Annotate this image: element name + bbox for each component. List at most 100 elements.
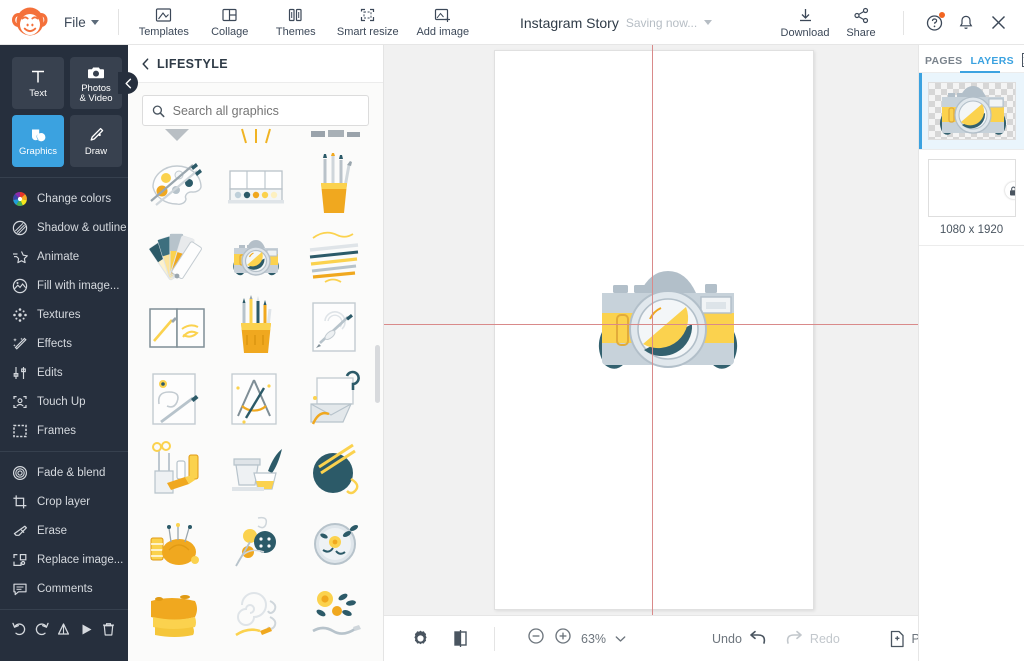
- graphic-item-paint-palette-brushes[interactable]: [138, 149, 217, 220]
- sidebar-item-effects[interactable]: Effects: [0, 329, 128, 358]
- history-toolbar: [0, 610, 128, 639]
- chevron-down-icon: [90, 19, 99, 25]
- mode-button-grid: Text Photos & Video Graphics Draw: [0, 45, 128, 167]
- layer-lock-badge[interactable]: [1004, 182, 1015, 199]
- sidebar-item-label: Shadow & outline: [37, 221, 127, 234]
- graphic-item-pencils-scattered[interactable]: [295, 220, 374, 291]
- share-button[interactable]: Share: [833, 0, 889, 45]
- animate-star-icon: [11, 248, 28, 265]
- redo-label[interactable]: Redo: [810, 632, 840, 646]
- sidebar-mode-text-label: Text: [29, 87, 47, 99]
- file-menu-button[interactable]: File: [60, 15, 109, 30]
- graphic-item-partial-3[interactable]: [295, 127, 374, 149]
- sidebar-item-frames[interactable]: Frames: [0, 416, 128, 445]
- sidebar-mode-draw[interactable]: Draw: [70, 115, 122, 167]
- graphic-item-paint-strokes-swatch[interactable]: [138, 575, 217, 646]
- graphic-item-envelope-letter-set[interactable]: [295, 362, 374, 433]
- graphic-item-vintage-camera[interactable]: [217, 220, 296, 291]
- sidebar-item-textures[interactable]: Textures: [0, 300, 128, 329]
- compare-button[interactable]: [440, 616, 480, 661]
- zoom-out-button[interactable]: [527, 627, 545, 650]
- graphic-item-notepad-pen-flower[interactable]: [138, 362, 217, 433]
- zoom-level-label[interactable]: 63%: [581, 632, 606, 646]
- graphic-item-yarn-ball-knitting[interactable]: [295, 433, 374, 504]
- chevron-down-icon[interactable]: [704, 20, 713, 25]
- flip-vertical-icon: [58, 622, 70, 635]
- sidebar-item-label: Erase: [37, 524, 68, 537]
- layer-item-camera[interactable]: [919, 73, 1024, 149]
- collage-button[interactable]: Collage: [197, 0, 263, 45]
- graphic-item-watercolor-paint-set[interactable]: [217, 149, 296, 220]
- divider: [494, 626, 495, 651]
- graphic-item-wire-spiral-pliers[interactable]: [217, 575, 296, 646]
- graphic-item-partial-1[interactable]: [138, 127, 217, 149]
- flip-horizontal-button[interactable]: [76, 619, 96, 639]
- help-button[interactable]: [918, 7, 950, 39]
- sidebar-mode-photos-video[interactable]: Photos & Video: [70, 57, 122, 109]
- templates-button[interactable]: Templates: [131, 0, 197, 45]
- sidebar-item-erase[interactable]: Erase: [0, 516, 128, 545]
- smart-resize-button[interactable]: Smart resize: [329, 0, 407, 45]
- chevron-left-icon: [142, 57, 149, 70]
- layer-thumbnail: [927, 159, 1016, 217]
- settings-button[interactable]: [400, 616, 440, 661]
- zoom-in-button[interactable]: [554, 627, 572, 650]
- sidebar-item-animate[interactable]: Animate: [0, 242, 128, 271]
- monkey-logo-icon: [12, 7, 48, 36]
- graphic-item-pincushion-thread[interactable]: [138, 504, 217, 575]
- sidebar-item-shadow-outline[interactable]: Shadow & outline: [0, 213, 128, 242]
- sidebar-item-replace-image[interactable]: Replace image...: [0, 545, 128, 574]
- notifications-button[interactable]: [950, 7, 982, 39]
- graphic-item-pottery-bowls-plant[interactable]: [217, 433, 296, 504]
- graphics-search-box[interactable]: [142, 95, 369, 126]
- zoom-dropdown-button[interactable]: [615, 630, 626, 648]
- tab-layers[interactable]: LAYERS: [970, 51, 1013, 67]
- sidebar-item-comments[interactable]: Comments: [0, 574, 128, 603]
- graphic-item-sewing-buttons-needle[interactable]: [217, 504, 296, 575]
- delete-button[interactable]: [99, 619, 119, 639]
- themes-button[interactable]: Themes: [263, 0, 329, 45]
- search-input[interactable]: [172, 103, 359, 118]
- delete-trash-icon: [103, 622, 115, 636]
- graphic-item-craft-supplies-scissors[interactable]: [138, 433, 217, 504]
- graphics-scrollbar-thumb[interactable]: [375, 345, 380, 403]
- undo-arrow-icon[interactable]: [748, 630, 768, 648]
- close-editor-button[interactable]: [982, 7, 1014, 39]
- graphic-item-colored-pencil-cup[interactable]: [217, 291, 296, 362]
- undo-label[interactable]: Undo: [712, 632, 742, 646]
- sidebar-mode-graphics-label: Graphics: [18, 145, 57, 157]
- graphic-item-drafting-tools-paper[interactable]: [217, 362, 296, 433]
- graphic-item-sketch-paper-pen[interactable]: [295, 291, 374, 362]
- sidebar-mode-graphics[interactable]: Graphics: [12, 115, 64, 167]
- graphic-item-color-swatch-fan[interactable]: [138, 220, 217, 291]
- add-image-button[interactable]: Add image: [407, 0, 479, 45]
- graphics-panel-header[interactable]: LIFESTYLE: [128, 45, 383, 83]
- graphic-item-brush-cup[interactable]: [295, 149, 374, 220]
- draw-pen-icon: [87, 126, 105, 145]
- graphic-item-open-sketchbook[interactable]: [138, 291, 217, 362]
- sidebar-item-change-colors[interactable]: Change colors: [0, 184, 128, 213]
- layer-item-background[interactable]: 1080 x 1920: [919, 150, 1024, 245]
- tab-pages[interactable]: PAGES: [925, 51, 962, 67]
- graphic-item-embroidery-hoop-floral[interactable]: [295, 504, 374, 575]
- canvas-area[interactable]: [384, 45, 918, 615]
- redo-arrow-icon[interactable]: [784, 630, 804, 648]
- flip-vertical-button[interactable]: [54, 619, 74, 639]
- redo-button[interactable]: [32, 619, 52, 639]
- canvas-camera-layer[interactable]: [577, 265, 759, 385]
- graphic-item-floral-ribbon-bouquet[interactable]: [295, 575, 374, 646]
- sidebar-item-touch-up[interactable]: Touch Up: [0, 387, 128, 416]
- app-logo[interactable]: [0, 0, 60, 45]
- sidebar-mode-text[interactable]: Text: [12, 57, 64, 109]
- graphics-grid-scroll[interactable]: [128, 127, 384, 661]
- sidebar-item-fill-with-image[interactable]: Fill with image...: [0, 271, 128, 300]
- undo-button[interactable]: [9, 619, 29, 639]
- document-title[interactable]: Instagram Story: [520, 15, 619, 31]
- sidebar-item-crop-layer[interactable]: Crop layer: [0, 487, 128, 516]
- download-button[interactable]: Download: [777, 0, 833, 45]
- sidebar-item-label: Touch Up: [37, 395, 86, 408]
- sidebar-item-edits[interactable]: Edits: [0, 358, 128, 387]
- graphic-item-partial-2[interactable]: [217, 127, 296, 149]
- sidebar-item-fade-blend[interactable]: Fade & blend: [0, 458, 128, 487]
- themes-icon: [287, 6, 304, 24]
